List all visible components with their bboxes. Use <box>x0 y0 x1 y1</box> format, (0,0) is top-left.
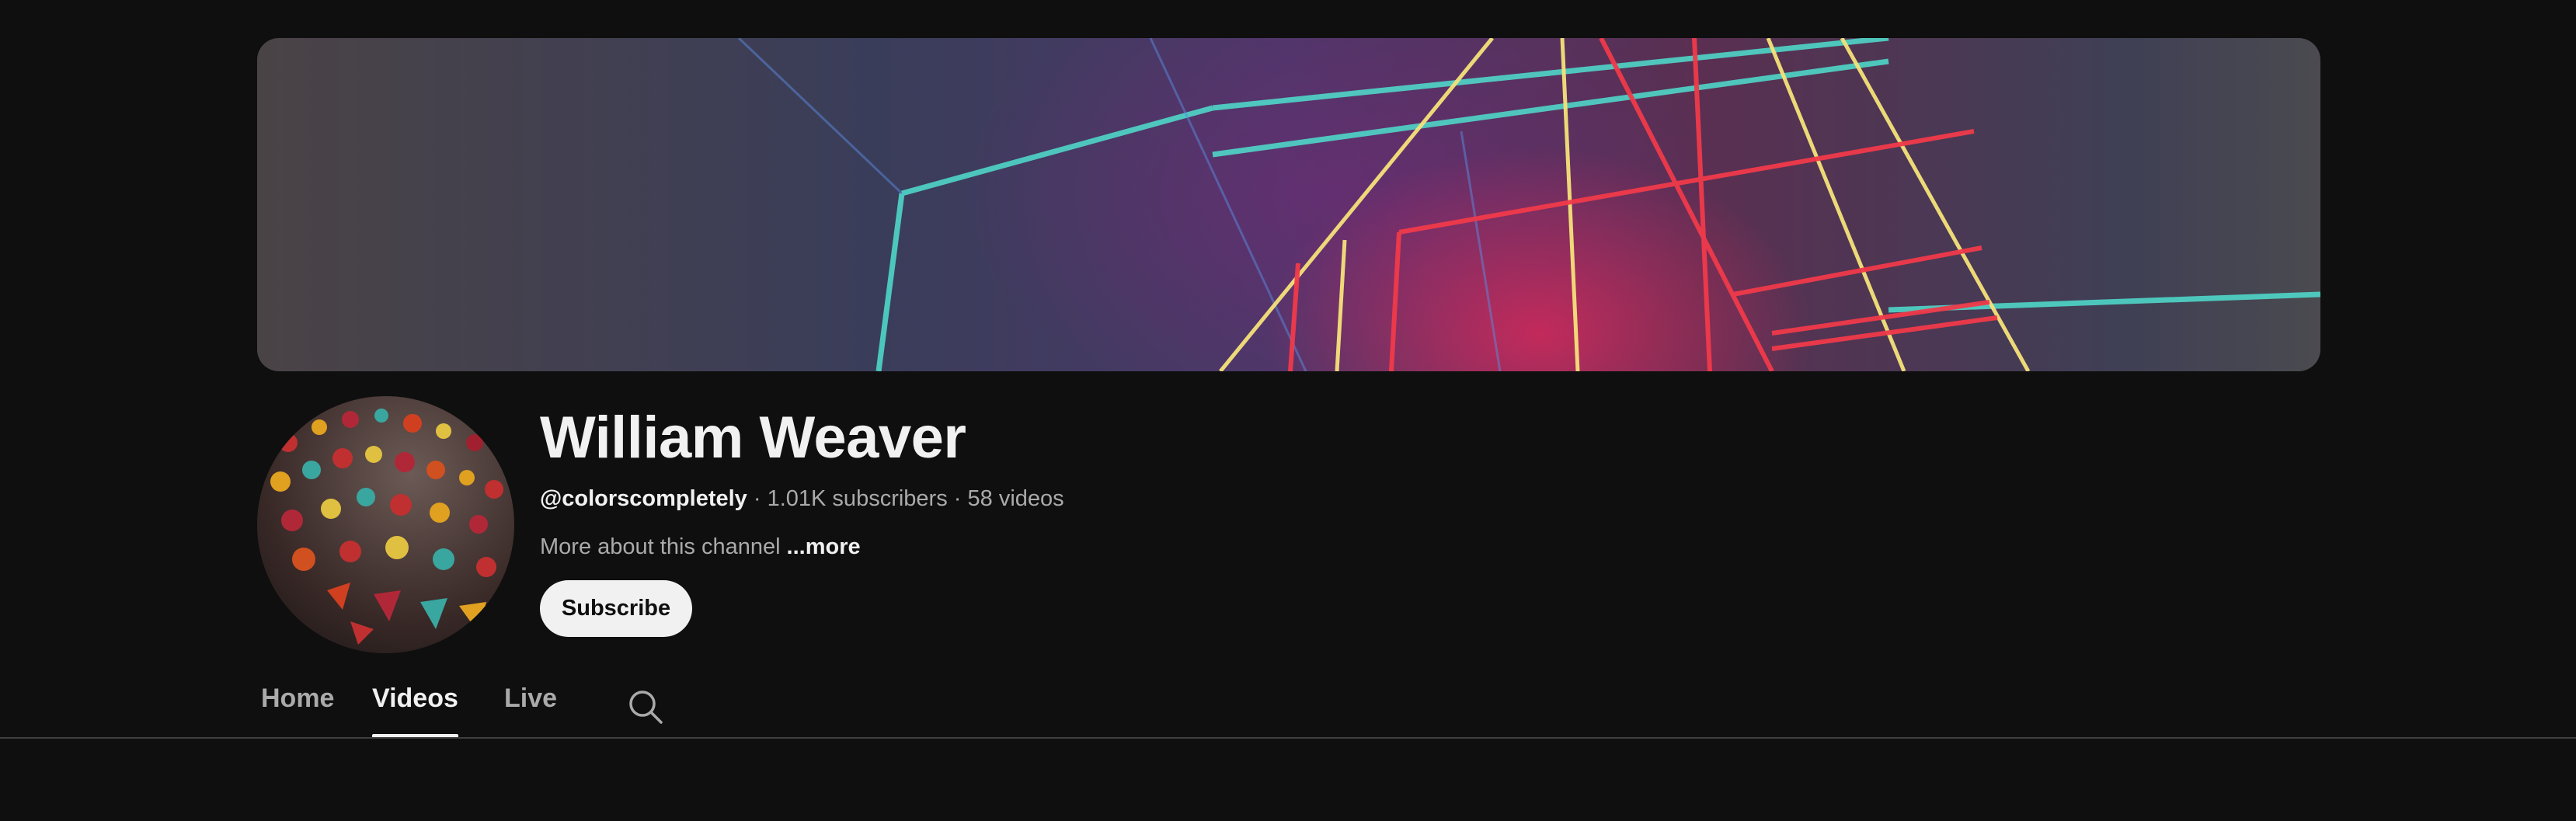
tabs-divider <box>0 737 2576 739</box>
subscriber-count: 1.01K subscribers <box>767 486 948 511</box>
channel-avatar[interactable] <box>257 396 514 653</box>
avatar-art <box>270 409 503 645</box>
tab-videos[interactable]: Videos <box>372 676 458 738</box>
channel-meta: @colorscompletely · 1.01K subscribers · … <box>540 486 1064 512</box>
channel-description[interactable]: More about this channel ...more <box>540 534 861 560</box>
more-link[interactable]: ...more <box>787 534 861 559</box>
tab-live[interactable]: Live <box>504 676 557 738</box>
video-count: 58 videos <box>967 486 1064 511</box>
channel-handle[interactable]: @colorscompletely <box>540 486 747 511</box>
channel-banner <box>257 38 2320 371</box>
subscribe-button[interactable]: Subscribe <box>540 580 692 637</box>
channel-name: William Weaver <box>540 405 966 471</box>
meta-separator: · <box>947 486 968 511</box>
meta-separator: · <box>747 486 768 511</box>
search-icon[interactable] <box>622 684 669 730</box>
banner-art <box>737 38 2320 371</box>
description-text: More about this channel <box>540 534 781 559</box>
tab-home[interactable]: Home <box>261 676 334 738</box>
